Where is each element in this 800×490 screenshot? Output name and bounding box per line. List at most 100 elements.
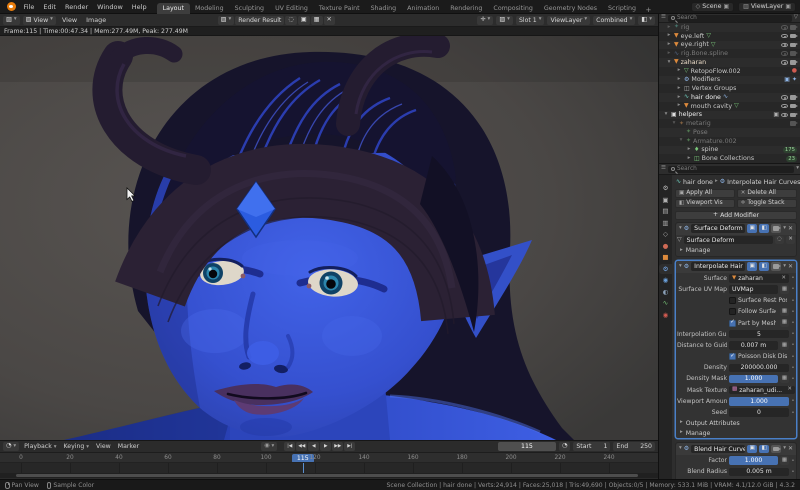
animate-dot[interactable]: • [791,320,795,326]
tab-layout[interactable]: Layout [157,3,189,14]
menu-help[interactable]: Help [127,3,151,11]
apply-all-button[interactable]: ▣Apply All [675,189,735,198]
previous-keyframe-button[interactable]: ◀◀ [296,442,307,451]
manage-section[interactable]: ▸ Manage [676,428,796,438]
blend-radius-field[interactable]: 0.005 m [729,468,789,477]
uv-map-field[interactable]: UVMap [729,285,778,294]
menu-view[interactable]: View [59,16,80,24]
expand-icon[interactable]: ▸ [666,25,672,31]
outliner-row[interactable]: ▸ ✦ rig [659,23,800,32]
expand-icon[interactable]: ▸ [666,51,672,57]
target-object-field[interactable]: Surface Deform [684,236,773,245]
hide-eye-icon[interactable] [781,104,788,109]
modifier-name-field[interactable]: Blend Hair Curves [691,445,745,454]
expand-icon[interactable]: ▸ [676,77,682,83]
new-image-icon[interactable]: ▣ [298,16,310,25]
surface-rest-position-checkbox[interactable] [729,297,736,304]
density-field[interactable]: 200000.000 [729,364,789,373]
collapse-icon[interactable]: ▾ [679,226,682,232]
expand-icon[interactable]: ▸ [666,33,672,39]
tab-geometry-nodes[interactable]: Geometry Nodes [538,3,602,14]
viewport-amount-slider[interactable]: 1.000 [729,397,789,406]
modifier-header[interactable]: ▾ ⚙ Interpolate Hair ... ▣ ◧ ▾ ✕ [676,261,796,273]
animate-dot[interactable]: • [791,342,795,348]
toggle-stack-button[interactable]: ✛Toggle Stack [737,199,797,208]
follow-surface-normal-checkbox[interactable] [729,308,736,315]
next-keyframe-button[interactable]: ▶▶ [332,442,343,451]
animate-dot[interactable]: • [791,286,795,292]
expand-icon[interactable]: ▸ [686,147,692,153]
outliner-row[interactable]: ▸ ▼ eye.left ▽ [659,32,800,41]
animate-dot[interactable]: • [791,469,795,475]
tab-modeling[interactable]: Modeling [190,3,230,14]
seed-field[interactable]: 0 [729,408,789,417]
tab-scripting[interactable]: Scripting [603,3,642,14]
breadcrumb-object[interactable]: hair done [683,179,713,186]
close-icon[interactable]: ✕ [786,236,795,245]
modifier-header[interactable]: ▾ ⚙ Blend Hair Curves ▣ ◧ ▾ ✕ [676,443,796,455]
auto-keying-toggle[interactable]: ◉▾ [261,442,277,451]
animate-dot[interactable]: • [791,298,795,304]
new-view-layer-icon[interactable]: ▣ [785,4,791,10]
pass-selector[interactable]: Combined▾ [593,16,635,25]
render-camera-icon[interactable] [790,51,796,56]
timeline-ruler[interactable]: 115 020406080100120140160180200220240 [0,453,658,463]
render-camera-icon[interactable] [790,121,796,126]
tab-physics[interactable]: ◉ [659,275,672,286]
current-frame-field[interactable]: 115 [498,442,556,451]
hide-eye-icon[interactable] [781,95,788,100]
tab-modifiers[interactable]: ⚙ [659,264,672,275]
menu-file[interactable]: File [19,3,39,11]
menu-marker[interactable]: Marker [116,443,141,450]
tab-compositing[interactable]: Compositing [488,3,538,14]
close-icon[interactable]: ✕ [788,264,793,270]
output-attributes-section[interactable]: ▸ Output Attributes [676,418,796,428]
outliner-row[interactable]: ▸ ◫ Bone Collections 23 [659,154,800,163]
blender-logo-icon[interactable] [7,2,16,11]
modifier-name-field[interactable]: Interpolate Hair ... [691,262,745,271]
breadcrumb-modifier[interactable]: Interpolate Hair Curves [727,179,800,186]
outliner-row[interactable]: ▾ ✦ Armature.002 [659,137,800,146]
menu-render[interactable]: Render [60,3,92,11]
layer-selector[interactable]: ViewLayer▾ [547,16,590,25]
filter-icon[interactable]: ▽ [794,15,798,21]
play-button[interactable]: ▶ [320,442,331,451]
tab-object[interactable]: ■ [659,252,672,263]
attribute-picker-icon[interactable]: ▦ [780,341,789,350]
tab-scene[interactable]: ◇ [659,229,672,240]
browse-image-button[interactable]: ▨ ▾ [218,16,235,25]
animate-dot[interactable]: • [791,354,795,360]
expand-icon[interactable]: ▸ [676,95,682,101]
frame-end-field[interactable]: End250 [613,442,655,451]
edit-mode-toggle[interactable]: ▣ [747,262,757,271]
tab-output[interactable]: ▤ [659,206,672,217]
tab-material[interactable]: ◉ [659,310,672,321]
gizmo-toggle[interactable]: ✛▾ [477,16,493,25]
outliner-row[interactable]: ▾ ▣ helpers ▣ [659,111,800,120]
attribute-picker-icon[interactable]: ▦ [780,308,789,317]
collapse-icon[interactable]: ▾ [666,60,672,66]
realtime-toggle[interactable]: ◧ [759,262,769,271]
menu-keying[interactable]: Keying ▾ [62,443,92,451]
expand-icon[interactable]: ▸ [666,42,672,48]
outliner-row[interactable]: ▸ ▼ eye.right ▽ [659,41,800,50]
tab-data[interactable]: ∿ [659,298,672,309]
display-channels-button[interactable]: ▨▾ [496,16,513,25]
expand-icon[interactable]: ▸ [676,103,682,109]
play-reverse-button[interactable]: ◀ [308,442,319,451]
add-modifier-button[interactable]: + Add Modifier [675,211,797,220]
animate-dot[interactable]: • [791,331,795,337]
hide-eye-icon[interactable] [781,60,788,65]
extras-menu-icon[interactable]: ▾ [783,446,786,452]
menu-view[interactable]: View [94,443,113,450]
animate-dot[interactable]: • [791,410,795,416]
tab-sculpting[interactable]: Sculpting [229,3,269,14]
editor-type-button[interactable]: ◔ ▾ [3,442,19,451]
collapse-icon[interactable]: ▾ [679,446,682,452]
tab-world[interactable]: ● [659,241,672,252]
open-image-icon[interactable]: ▦ [311,16,323,25]
hide-eye-icon[interactable] [781,51,788,56]
collapse-icon[interactable]: ▾ [679,264,682,270]
outliner-row[interactable]: ▸ ♦ spine 175 [659,146,800,155]
render-camera-icon[interactable] [790,60,796,65]
